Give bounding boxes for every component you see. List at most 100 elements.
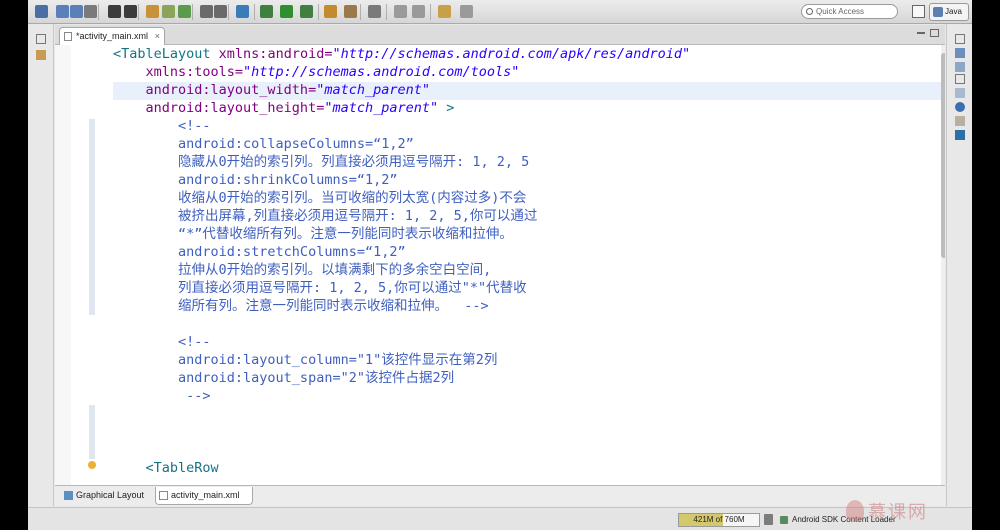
new-icon[interactable]: [35, 5, 48, 18]
java-perspective-label: Java: [945, 7, 962, 16]
avd-manager-icon[interactable]: [214, 5, 227, 18]
console-icon[interactable]: [955, 130, 965, 140]
forward-icon[interactable]: [460, 5, 473, 18]
problems-icon[interactable]: [955, 88, 965, 98]
java-perspective-icon: [933, 7, 943, 17]
search-icon[interactable]: [368, 5, 381, 18]
editor-gutter: [55, 45, 71, 485]
back-icon[interactable]: [438, 5, 451, 18]
toolbar-separator: [318, 4, 319, 20]
lint-icon[interactable]: [236, 5, 249, 18]
code-token: -->: [113, 388, 211, 404]
run-external-icon[interactable]: [300, 5, 313, 18]
xml-editor[interactable]: <TableLayout xmlns:android="http://schem…: [55, 45, 945, 485]
watermark-text: 慕课网: [868, 502, 928, 523]
toolbar-separator: [360, 4, 361, 20]
javadoc-icon[interactable]: [955, 102, 965, 112]
code-line: <!--: [113, 333, 690, 351]
print-icon[interactable]: [84, 5, 97, 18]
code-line: android:shrinkColumns=“1,2”: [113, 171, 690, 189]
code-line: <!--: [113, 117, 690, 135]
new-class-icon[interactable]: [324, 5, 337, 18]
heap-status[interactable]: 421M of 760M: [678, 513, 760, 527]
scrollbar-thumb[interactable]: [941, 53, 945, 258]
restore-icon[interactable]: [955, 34, 965, 44]
open-type-icon[interactable]: [146, 5, 159, 18]
debug-icon[interactable]: [260, 5, 273, 18]
code-token: <TableRow: [113, 460, 219, 476]
tab-activity-main[interactable]: *activity_main.xml ×: [59, 27, 165, 45]
code-line: 缩所有列。注意一列能同时表示收缩和拉伸。 -->: [113, 297, 690, 315]
import-icon[interactable]: [124, 5, 137, 18]
xml-file-icon: [159, 491, 168, 500]
watermark-logo: [846, 500, 864, 522]
toolbar-separator: [98, 4, 99, 20]
warning-icon[interactable]: [88, 461, 96, 469]
code-line: android:stretchColumns=“1,2”: [113, 243, 690, 261]
editor-tab-bar: *activity_main.xml ×: [55, 25, 945, 45]
right-trim-bar: [946, 24, 972, 506]
save-icon[interactable]: [56, 5, 69, 18]
code-line: android:collapseColumns=“1,2”: [113, 135, 690, 153]
run-icon[interactable]: [280, 5, 293, 18]
package-explorer-icon[interactable]: [36, 50, 46, 60]
graphical-layout-label: Graphical Layout: [76, 490, 145, 500]
toolbar-separator: [430, 4, 431, 20]
code-line: android:layout_column="1"该控件显示在第2列: [113, 351, 690, 369]
task-list-icon[interactable]: [955, 62, 965, 72]
garbage-collect-icon[interactable]: [764, 514, 773, 525]
code-token: 列直接必须用逗号隔开: 1, 2, 5,你可以通过"*"代替收: [113, 280, 527, 296]
restore-icon[interactable]: [36, 34, 46, 44]
tab-label: *activity_main.xml: [76, 31, 149, 41]
main-toolbar: Quick Access Java: [28, 0, 972, 24]
sdk-manager-icon[interactable]: [200, 5, 213, 18]
quick-access-field[interactable]: Quick Access: [801, 4, 898, 19]
code-token: <!--: [113, 334, 211, 350]
open-perspective-icon[interactable]: [912, 5, 925, 18]
code-line: 被挤出屏幕,列直接必须用逗号隔开: 1, 2, 5,你可以通过: [113, 207, 690, 225]
editor-page-tabs: Graphical Layout activity_main.xml: [55, 485, 945, 506]
declaration-icon[interactable]: [955, 116, 965, 126]
minimize-icon[interactable]: [917, 32, 925, 34]
code-token: 被挤出屏幕,列直接必须用逗号隔开: 1, 2, 5,你可以通过: [113, 208, 538, 224]
toolbar-separator: [254, 4, 255, 20]
save-all-icon[interactable]: [70, 5, 83, 18]
code-token: <!--: [113, 118, 211, 134]
code-token: “*”代替收缩所有列。注意一列能同时表示收缩和拉伸。: [113, 226, 513, 242]
eclipse-window: Quick Access Java *activity_main.xml × <…: [28, 0, 972, 530]
new-android-icon[interactable]: [178, 5, 191, 18]
code-token: xmlns:android=: [218, 46, 333, 62]
close-icon[interactable]: ×: [155, 28, 160, 44]
code-line: <TableRow: [113, 459, 690, 477]
code-line: -->: [113, 387, 690, 405]
code-text[interactable]: <TableLayout xmlns:android="http://schem…: [113, 45, 690, 477]
code-token: android:shrinkColumns=“1,2”: [113, 172, 398, 188]
code-line: 收缩从0开始的索引列。当可收缩的列太宽(内容过多)不会: [113, 189, 690, 207]
code-token: "match_parent": [324, 100, 439, 116]
code-token: android:stretchColumns=“1,2”: [113, 244, 406, 260]
code-line: android:layout_span="2"该控件占据2列: [113, 369, 690, 387]
open-perspective-icon[interactable]: [344, 5, 357, 18]
code-token: "http://schemas.android.com/tools": [243, 64, 520, 80]
code-token: "match_parent": [316, 82, 430, 98]
fold-range-marker: [89, 119, 95, 315]
code-line: xmlns:tools="http://schemas.android.com/…: [113, 63, 690, 81]
tab-graphical-layout[interactable]: Graphical Layout: [61, 487, 153, 505]
code-token: android:layout_height=: [113, 100, 325, 116]
code-line: android:layout_width="match_parent": [113, 81, 690, 99]
outline-icon[interactable]: [955, 48, 965, 58]
java-perspective-button[interactable]: Java: [929, 3, 969, 21]
code-token: android:layout_column="1"该控件显示在第2列: [113, 352, 498, 368]
maximize-icon[interactable]: [930, 29, 939, 37]
prev-annotation-icon[interactable]: [412, 5, 425, 18]
tab-xml-source[interactable]: activity_main.xml: [155, 487, 253, 505]
export-icon[interactable]: [108, 5, 121, 18]
search-icon: [806, 8, 813, 15]
open-task-icon[interactable]: [162, 5, 175, 18]
toolbar-separator: [138, 4, 139, 20]
restore-icon-2[interactable]: [955, 74, 965, 84]
next-annotation-icon[interactable]: [394, 5, 407, 18]
